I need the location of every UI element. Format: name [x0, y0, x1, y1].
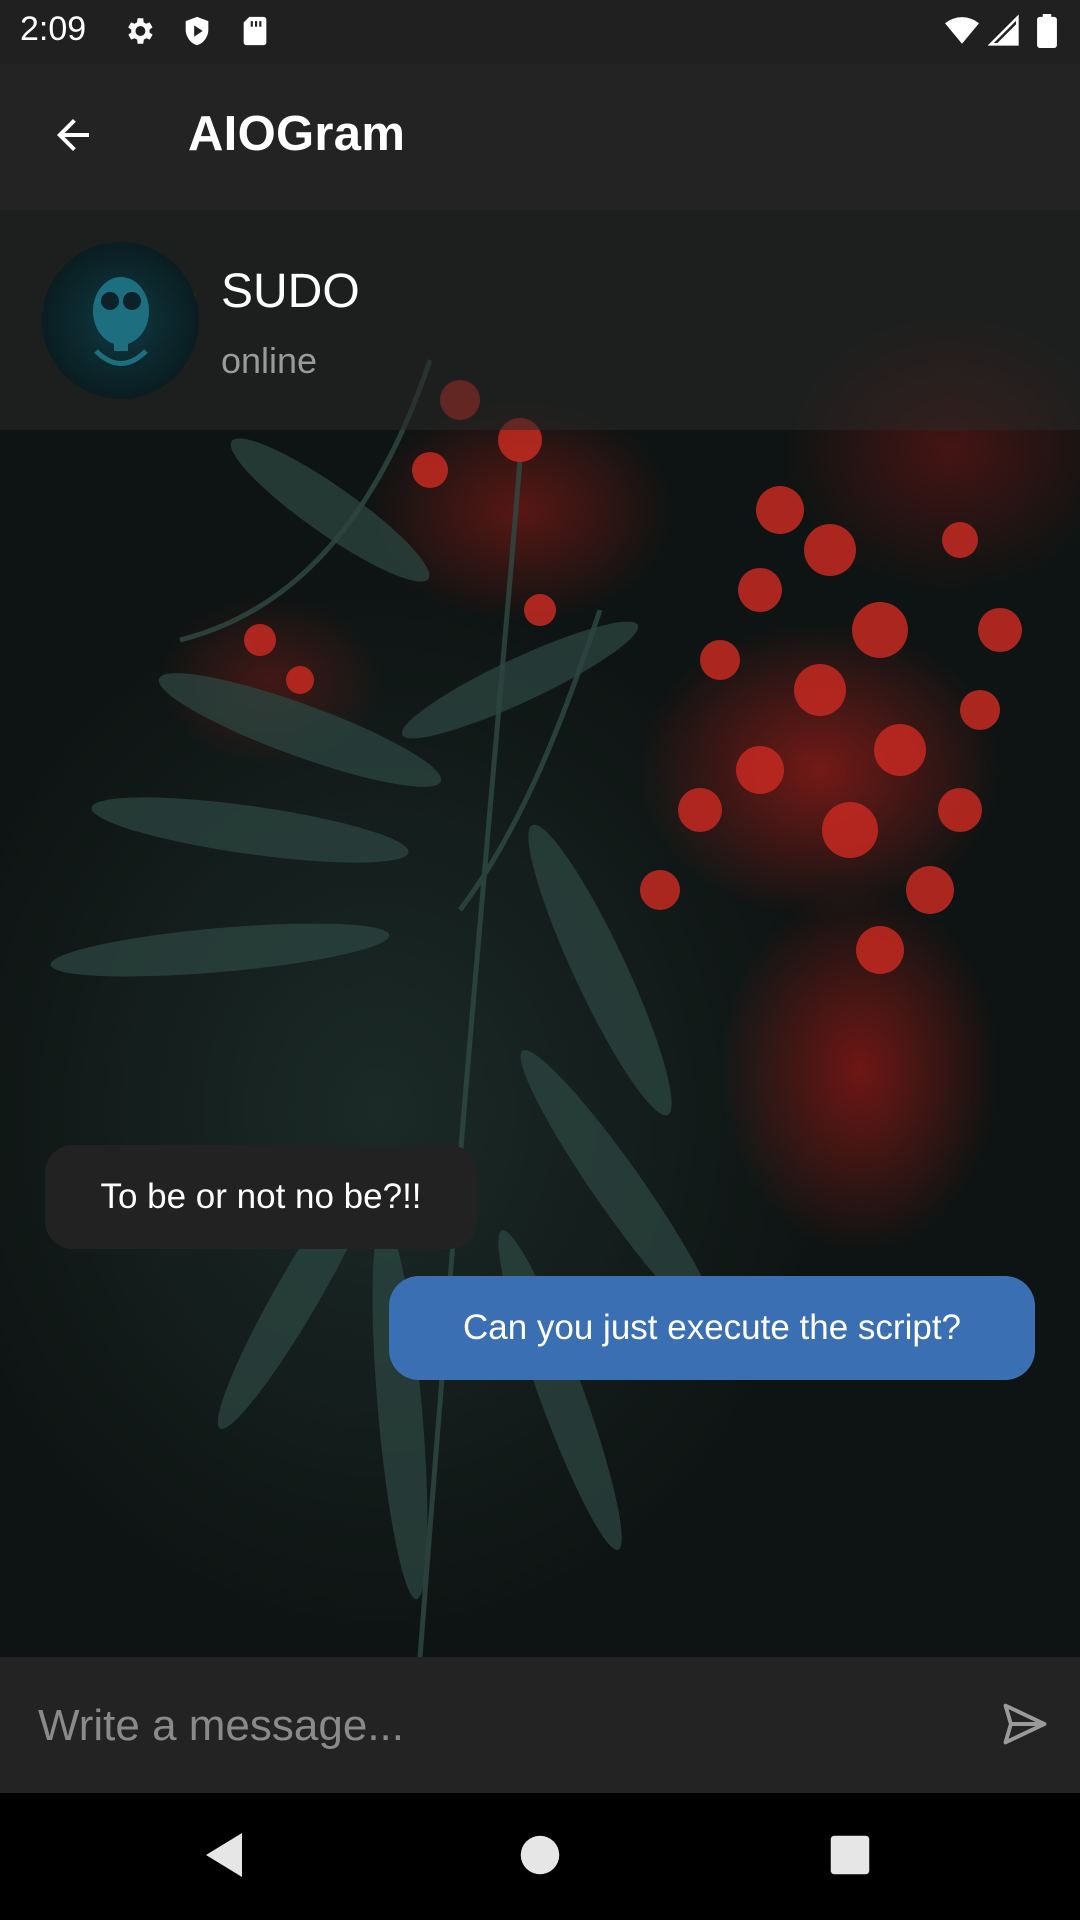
- status-time: 2:09: [20, 10, 87, 48]
- nav-back-button[interactable]: [198, 1831, 250, 1883]
- chat-area[interactable]: SUDO online To be or not no be?!! Can yo…: [0, 210, 1080, 1657]
- app-title: AIOGram: [188, 107, 406, 161]
- signal-icon: [987, 14, 1022, 48]
- contact-header[interactable]: SUDO online: [0, 210, 1080, 430]
- message-input[interactable]: [36, 1687, 940, 1765]
- nav-recents-icon: [829, 1834, 871, 1880]
- shield-play-icon: [180, 14, 214, 48]
- battery-icon: [1036, 14, 1058, 48]
- app-bar: AIOGram: [0, 64, 1080, 210]
- nav-back-icon: [202, 1831, 246, 1883]
- send-icon: [999, 1698, 1051, 1754]
- settings-icon: [122, 14, 156, 48]
- incoming-message[interactable]: To be or not no be?!!: [45, 1145, 477, 1249]
- status-bar: 2:09: [0, 0, 1080, 64]
- back-button[interactable]: [40, 104, 106, 170]
- send-button[interactable]: [996, 1697, 1054, 1755]
- contact-name: SUDO: [221, 265, 360, 318]
- wifi-icon: [944, 14, 979, 48]
- outgoing-message[interactable]: Can you just execute the script?: [389, 1276, 1035, 1380]
- contact-status: online: [221, 340, 318, 381]
- nav-home-button[interactable]: [514, 1831, 566, 1883]
- nav-recents-button[interactable]: [824, 1831, 876, 1883]
- avatar[interactable]: [42, 242, 199, 399]
- owl-mask-icon: [92, 276, 149, 366]
- message-composer: [0, 1657, 1080, 1793]
- message-text: To be or not no be?!!: [100, 1177, 422, 1216]
- nav-home-icon: [519, 1834, 561, 1880]
- navigation-bar: [0, 1793, 1080, 1920]
- message-text: Can you just execute the script?: [462, 1308, 962, 1347]
- arrow-left-icon: [49, 111, 97, 163]
- sd-card-icon: [238, 14, 272, 48]
